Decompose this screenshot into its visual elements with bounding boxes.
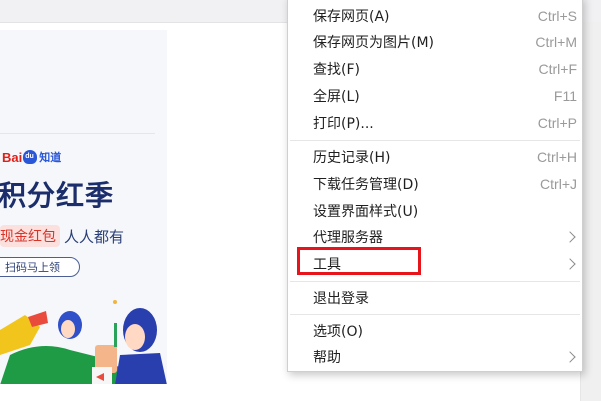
menu-item-shortcut: Ctrl+H [536, 149, 577, 165]
menu-item-history[interactable]: 历史记录(H) Ctrl+H [288, 144, 582, 170]
menu-item-label: 保存网页为图片(M) [313, 35, 435, 51]
ad-person2-face [125, 324, 145, 350]
menu-item-label: 历史记录(H) [313, 150, 391, 166]
browser-main-menu: 保存网页(A) Ctrl+S 保存网页为图片(M) Ctrl+M 查找(F) C… [287, 0, 583, 372]
baidu-zhidao-logo: Bai du 知道 [2, 147, 61, 167]
menu-item-downloads[interactable]: 下载任务管理(D) Ctrl+J [288, 171, 582, 197]
ad-scan-button[interactable]: 扫码马上领 [0, 257, 80, 277]
menu-item-shortcut: Ctrl+J [540, 176, 577, 192]
menu-item-shortcut: Ctrl+M [535, 34, 577, 50]
menu-item-label: 全屏(L) [313, 89, 360, 105]
baidu-paw-icon: du [23, 150, 38, 164]
ad-divider [0, 133, 155, 134]
menu-item-save-page[interactable]: 保存网页(A) Ctrl+S [288, 3, 582, 29]
menu-item-options[interactable]: 选项(O) [288, 318, 582, 344]
chevron-right-icon [564, 258, 576, 270]
ad-cash-chip: 现金红包 [0, 225, 60, 247]
menu-item-label: 代理服务器 [313, 230, 383, 246]
ad-subtitle: 现金红包 人人都有 [0, 225, 124, 247]
menu-item-label: 设置界面样式(U) [313, 204, 419, 220]
baidu-zhidao-ad[interactable]: Bai du 知道 积分红季 现金红包 人人都有 扫码马上领 [0, 30, 167, 384]
menu-item-print[interactable]: 打印(P)... Ctrl+P [288, 110, 582, 136]
menu-item-shortcut: Ctrl+F [538, 61, 578, 77]
ad-straw [114, 323, 117, 347]
chevron-right-icon [564, 351, 576, 363]
menu-item-label: 帮助 [313, 350, 341, 366]
chevron-right-icon [564, 231, 576, 243]
menu-separator [290, 140, 580, 141]
ad-title: 积分红季 [0, 179, 115, 212]
ad-person-face [61, 320, 75, 338]
logo-bai-text: Bai [2, 149, 23, 165]
menu-item-label: 打印(P)... [313, 116, 374, 132]
menu-separator [290, 314, 580, 315]
logo-du-text: du [25, 153, 34, 160]
menu-item-shortcut: Ctrl+P [537, 115, 577, 131]
page-scrollbar[interactable] [580, 22, 601, 401]
menu-item-logout[interactable]: 退出登录 [288, 285, 582, 311]
ad-person2-body [115, 353, 167, 384]
menu-item-find[interactable]: 查找(F) Ctrl+F [288, 56, 582, 82]
menu-item-label: 保存网页(A) [313, 9, 390, 25]
tools-highlight-box [297, 247, 421, 275]
ad-illustration [0, 300, 167, 384]
menu-item-shortcut: Ctrl+S [537, 8, 577, 24]
menu-item-label: 选项(O) [313, 324, 363, 340]
menu-separator [290, 281, 580, 282]
logo-zhidao-text: 知道 [39, 152, 62, 164]
menu-item-label: 下载任务管理(D) [313, 177, 419, 193]
menu-item-fullscreen[interactable]: 全屏(L) F11 [288, 83, 582, 109]
menu-item-label: 查找(F) [313, 62, 360, 78]
menu-item-save-as-image[interactable]: 保存网页为图片(M) Ctrl+M [288, 29, 582, 55]
menu-item-shortcut: F11 [553, 88, 577, 104]
ad-dot [113, 300, 117, 304]
ad-subtitle-text: 人人都有 [64, 227, 125, 246]
menu-item-label: 退出登录 [313, 291, 369, 307]
menu-item-help[interactable]: 帮助 [288, 344, 582, 370]
menu-item-interface-style[interactable]: 设置界面样式(U) [288, 198, 582, 224]
